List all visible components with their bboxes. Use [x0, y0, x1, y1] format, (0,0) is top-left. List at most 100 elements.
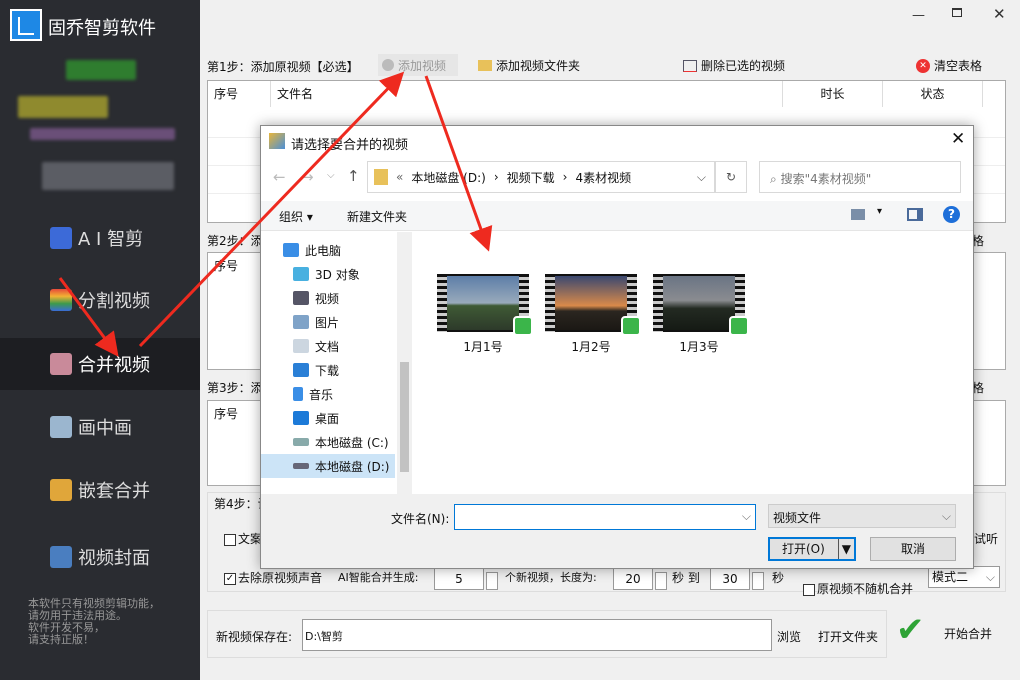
- video-file-thumbnail[interactable]: [437, 274, 533, 336]
- step3-label: 第3步：添: [207, 381, 263, 395]
- view-icon[interactable]: [851, 209, 865, 220]
- step1-label: 第1步：添加原视频【必选】: [207, 60, 359, 74]
- count-dropdown[interactable]: [486, 572, 498, 590]
- nav-scrollbar[interactable]: [397, 232, 412, 494]
- delete-selected-button[interactable]: 删除已选的视频: [683, 57, 785, 74]
- file-name[interactable]: 1月2号: [545, 338, 637, 355]
- video-count-input[interactable]: 5: [434, 568, 484, 590]
- cancel-button[interactable]: 取消: [870, 537, 956, 561]
- nav-this-pc[interactable]: 此电脑: [261, 238, 395, 262]
- add-video-button[interactable]: 添加视频: [378, 54, 458, 76]
- recent-dropdown[interactable]: ⌵: [327, 170, 335, 181]
- dialog-close-button[interactable]: ✕: [951, 129, 965, 149]
- listen-button[interactable]: 试听: [974, 530, 998, 547]
- music-icon: [293, 387, 303, 401]
- nav-label: 图片: [315, 315, 340, 330]
- ai-generate-label: AI智能合并生成:: [338, 571, 419, 584]
- maximize-button[interactable]: [952, 8, 962, 17]
- sidebar-item-nest[interactable]: 嵌套合并: [0, 464, 200, 516]
- filetype-select[interactable]: 视频文件 ⌵: [768, 504, 956, 528]
- chevron-down-icon[interactable]: ⌵: [697, 170, 706, 185]
- ai-wand-icon: [50, 227, 72, 249]
- forward-button[interactable]: →: [301, 168, 314, 186]
- remove-audio-checkbox[interactable]: ✓ 去除原视频声音: [224, 569, 322, 586]
- minimize-button[interactable]: —: [912, 8, 925, 23]
- breadcrumb-overflow[interactable]: «: [396, 170, 403, 184]
- mode-select[interactable]: 模式二 ⌵: [928, 566, 1000, 588]
- chevron-down-icon: ⌵: [941, 509, 951, 523]
- copy-checkbox[interactable]: 文案: [224, 530, 262, 547]
- nav-pictures[interactable]: 图片: [261, 310, 395, 334]
- video-file-thumbnail[interactable]: [545, 274, 641, 336]
- button-label: 添加视频文件夹: [496, 59, 581, 73]
- nav-desktop[interactable]: 桌面: [261, 406, 395, 430]
- nav-drive-c[interactable]: 本地磁盘 (C:): [261, 430, 395, 454]
- search-placeholder: 搜索"4素材视频": [780, 172, 872, 186]
- min-length-input[interactable]: 20: [613, 568, 653, 590]
- breadcrumb-item[interactable]: 4素材视频: [575, 169, 631, 186]
- chevron-down-icon[interactable]: ⌵: [742, 509, 751, 524]
- column-header[interactable]: 时长: [783, 81, 883, 107]
- refresh-button[interactable]: ↻: [715, 161, 747, 193]
- no-random-checkbox[interactable]: 原视频不随机合并: [803, 580, 913, 597]
- nav-3d-objects[interactable]: 3D 对象: [261, 262, 395, 286]
- app-title: 固乔智剪软件: [48, 18, 156, 39]
- nav-music[interactable]: 音乐: [261, 382, 395, 406]
- computer-icon: [283, 243, 299, 257]
- clear-table-button[interactable]: ✕ 清空表格: [916, 57, 982, 74]
- video-file-thumbnail[interactable]: [653, 274, 749, 336]
- browse-button[interactable]: 浏览: [777, 628, 801, 645]
- open-folder-button[interactable]: 打开文件夹: [818, 628, 878, 645]
- column-header[interactable]: 状态: [883, 81, 983, 107]
- file-open-dialog: 请选择要合并的视频 ✕ ← → ⌵ ↑ « 本地磁盘 (D:) › 视频下载 › 4…: [260, 125, 974, 569]
- save-path-input[interactable]: D:\智剪: [302, 619, 772, 651]
- add-folder-button[interactable]: 添加视频文件夹: [478, 57, 580, 74]
- checkbox-label: 去除原视频声音: [238, 571, 323, 585]
- checkmark-icon[interactable]: ✔: [896, 610, 925, 650]
- filename-input[interactable]: ⌵: [454, 504, 756, 530]
- open-button[interactable]: 打开(O) ▼: [768, 537, 856, 561]
- max-length-dropdown[interactable]: [752, 572, 764, 590]
- min-length-dropdown[interactable]: [655, 572, 667, 590]
- sidebar-item-label: 画中画: [78, 418, 132, 439]
- nav-label: 下载: [315, 363, 340, 378]
- new-folder-button[interactable]: 新建文件夹: [347, 208, 407, 225]
- sidebar-item-label: 分割视频: [78, 291, 150, 312]
- column-header[interactable]: 文件名: [271, 81, 783, 107]
- max-length-input[interactable]: 30: [710, 568, 750, 590]
- scrollbar-thumb[interactable]: [400, 362, 409, 472]
- checkbox-label: 文案: [238, 532, 263, 546]
- length-label: 个新视频，长度为:: [505, 571, 597, 584]
- blurred-avatar-area: [66, 60, 136, 80]
- nav-videos[interactable]: 视频: [261, 286, 395, 310]
- back-button[interactable]: ←: [273, 168, 286, 186]
- nav-label: 3D 对象: [315, 267, 360, 282]
- open-dropdown-icon[interactable]: ▼: [837, 539, 851, 559]
- cover-icon: [50, 546, 72, 568]
- start-merge-button[interactable]: 开始合并: [944, 625, 992, 642]
- view-dropdown[interactable]: ▾: [877, 206, 882, 217]
- nav-downloads[interactable]: 下载: [261, 358, 395, 382]
- up-button[interactable]: ↑: [347, 167, 360, 185]
- nav-label: 音乐: [309, 387, 334, 402]
- organize-button[interactable]: 组织 ▾: [279, 208, 313, 225]
- sidebar-item-split[interactable]: 分割视频: [0, 274, 200, 326]
- file-name[interactable]: 1月3号: [653, 338, 745, 355]
- button-label: 删除已选的视频: [701, 59, 786, 73]
- address-bar[interactable]: « 本地磁盘 (D:) › 视频下载 › 4素材视频 ⌵: [367, 161, 715, 193]
- file-name[interactable]: 1月1号: [437, 338, 529, 355]
- close-button[interactable]: ✕: [993, 5, 1006, 23]
- sidebar-item-pip[interactable]: 画中画: [0, 401, 200, 453]
- checkbox-box: [803, 583, 815, 596]
- help-icon[interactable]: ?: [943, 206, 960, 223]
- nav-documents[interactable]: 文档: [261, 334, 395, 358]
- sidebar-item-ai[interactable]: A I 智剪: [0, 212, 200, 264]
- breadcrumb-item[interactable]: 本地磁盘 (D:): [411, 169, 485, 186]
- breadcrumb-item[interactable]: 视频下载: [507, 169, 555, 186]
- preview-pane-icon[interactable]: [907, 208, 923, 221]
- search-box[interactable]: ⌕ 搜索"4素材视频": [759, 161, 961, 193]
- column-header[interactable]: 序号: [208, 81, 271, 107]
- sidebar-item-cover[interactable]: 视频封面: [0, 531, 200, 583]
- sidebar-item-merge[interactable]: 合并视频: [0, 338, 200, 390]
- nav-drive-d[interactable]: 本地磁盘 (D:): [261, 454, 395, 478]
